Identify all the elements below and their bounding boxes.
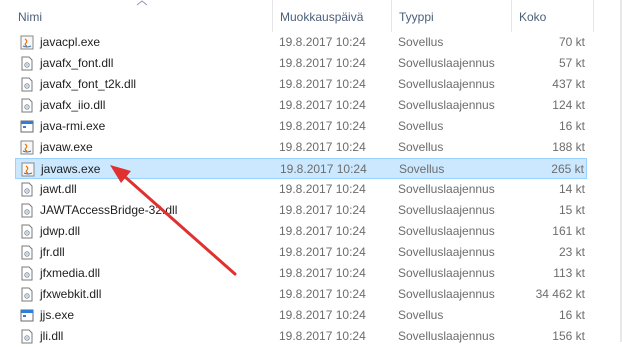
sort-ascending-icon[interactable] bbox=[135, 0, 149, 8]
file-size: 16 kt bbox=[558, 119, 585, 133]
column-header: Nimi Muokkauspäivä Tyyppi Koko bbox=[0, 0, 622, 32]
column-header-name[interactable]: Nimi bbox=[18, 0, 42, 32]
file-type: Sovelluslaajennus bbox=[398, 98, 495, 112]
file-row[interactable]: jdwp.dll 19.8.2017 10:24 Sovelluslaajennus… bbox=[15, 221, 587, 242]
file-date: 19.8.2017 10:24 bbox=[279, 98, 366, 112]
file-row[interactable]: JAWTAccessBridge-32.dll 19.8.2017 10:24 So… bbox=[15, 200, 587, 221]
file-row[interactable]: javaws.exe 19.8.2017 10:24 Sovellus 265 kt bbox=[15, 158, 587, 179]
dll-icon bbox=[20, 245, 34, 260]
file-size: 57 kt bbox=[558, 56, 585, 70]
file-name: jjs.exe bbox=[40, 308, 75, 322]
dll-icon bbox=[20, 98, 34, 113]
file-date: 19.8.2017 10:24 bbox=[279, 329, 366, 343]
file-size: 23 kt bbox=[558, 245, 585, 259]
file-row[interactable]: javacpl.exe 19.8.2017 10:24 Sovellus 70 kt bbox=[15, 32, 587, 53]
column-divider[interactable] bbox=[272, 0, 273, 32]
file-date: 19.8.2017 10:24 bbox=[280, 162, 367, 176]
file-name: javafx_font_t2k.dll bbox=[40, 77, 137, 91]
file-name: javaw.exe bbox=[40, 140, 93, 154]
file-type: Sovellus bbox=[398, 35, 444, 49]
column-divider[interactable] bbox=[511, 0, 512, 32]
file-name: javaws.exe bbox=[41, 162, 101, 176]
file-name: jfr.dll bbox=[40, 245, 65, 259]
column-divider[interactable] bbox=[593, 0, 594, 32]
file-row[interactable]: javafx_iio.dll 19.8.2017 10:24 Sovelluslaa… bbox=[15, 95, 587, 116]
column-divider[interactable] bbox=[391, 0, 392, 32]
file-date: 19.8.2017 10:24 bbox=[279, 245, 366, 259]
dll-icon bbox=[20, 203, 34, 218]
file-size: 265 kt bbox=[551, 162, 584, 176]
file-date: 19.8.2017 10:24 bbox=[279, 119, 366, 133]
file-row[interactable]: javafx_font_t2k.dll 19.8.2017 10:24 Sovell… bbox=[15, 74, 587, 95]
file-date: 19.8.2017 10:24 bbox=[279, 140, 366, 154]
dll-icon bbox=[20, 182, 34, 197]
file-row[interactable]: javaw.exe 19.8.2017 10:24 Sovellus 188 kt bbox=[15, 137, 587, 158]
file-row[interactable]: jawt.dll 19.8.2017 10:24 Sovelluslaajennus… bbox=[15, 179, 587, 200]
file-type: Sovellus bbox=[399, 162, 445, 176]
file-size: 14 kt bbox=[558, 182, 585, 196]
file-size: 437 kt bbox=[552, 77, 585, 91]
file-type: Sovelluslaajennus bbox=[398, 224, 495, 238]
file-date: 19.8.2017 10:24 bbox=[279, 35, 366, 49]
file-row[interactable]: java-rmi.exe 19.8.2017 10:24 Sovellus 16 kt bbox=[15, 116, 587, 137]
file-type: Sovellus bbox=[398, 119, 444, 133]
file-type: Sovellus bbox=[398, 140, 444, 154]
file-row[interactable]: javafx_font.dll 19.8.2017 10:24 Sovellusla… bbox=[15, 53, 587, 74]
file-type: Sovelluslaajennus bbox=[398, 329, 495, 343]
java-app-icon bbox=[20, 140, 34, 155]
file-size: 113 kt bbox=[553, 266, 585, 280]
file-name: java-rmi.exe bbox=[40, 119, 106, 133]
file-size: 16 kt bbox=[558, 308, 585, 322]
file-name: jdwp.dll bbox=[40, 224, 81, 238]
dll-icon bbox=[20, 77, 34, 92]
column-header-date[interactable]: Muokkauspäivä bbox=[280, 0, 363, 32]
exe-window-icon bbox=[20, 308, 34, 323]
java-app-icon bbox=[20, 35, 34, 50]
file-date: 19.8.2017 10:24 bbox=[279, 266, 366, 280]
file-date: 19.8.2017 10:24 bbox=[279, 77, 366, 91]
file-name: jfxmedia.dll bbox=[40, 266, 101, 280]
file-name: javafx_font.dll bbox=[40, 56, 114, 70]
file-name: jfxwebkit.dll bbox=[40, 287, 102, 301]
java-app-icon bbox=[21, 162, 35, 177]
file-type: Sovelluslaajennus bbox=[398, 77, 495, 91]
exe-window-icon bbox=[20, 119, 34, 134]
file-size: 161 kt bbox=[552, 224, 585, 238]
file-date: 19.8.2017 10:24 bbox=[279, 224, 366, 238]
file-type: Sovelluslaajennus bbox=[398, 287, 495, 301]
file-size: 15 kt bbox=[558, 203, 585, 217]
file-date: 19.8.2017 10:24 bbox=[279, 308, 366, 322]
file-type: Sovelluslaajennus bbox=[398, 182, 495, 196]
dll-icon bbox=[20, 287, 34, 302]
file-row[interactable]: jfxwebkit.dll 19.8.2017 10:24 Sovelluslaaj… bbox=[15, 284, 587, 305]
file-size: 34 462 kt bbox=[535, 287, 585, 301]
file-row[interactable]: jjs.exe 19.8.2017 10:24 Sovellus 16 kt bbox=[15, 305, 587, 326]
file-name: javacpl.exe bbox=[40, 35, 101, 49]
dll-icon bbox=[20, 266, 34, 281]
file-name: jawt.dll bbox=[40, 182, 77, 196]
file-type: Sovelluslaajennus bbox=[398, 203, 495, 217]
file-size: 188 kt bbox=[552, 140, 585, 154]
file-row[interactable]: jfxmedia.dll 19.8.2017 10:24 Sovelluslaaje… bbox=[15, 263, 587, 284]
file-name: javafx_iio.dll bbox=[40, 98, 106, 112]
file-type: Sovelluslaajennus bbox=[398, 245, 495, 259]
dll-icon bbox=[20, 56, 34, 71]
file-date: 19.8.2017 10:24 bbox=[279, 287, 366, 301]
file-row[interactable]: jfr.dll 19.8.2017 10:24 Sovelluslaajennus 2… bbox=[15, 242, 587, 263]
file-size: 124 kt bbox=[552, 98, 585, 112]
file-row[interactable]: jli.dll 19.8.2017 10:24 Sovelluslaajennus 1… bbox=[15, 326, 587, 347]
file-date: 19.8.2017 10:24 bbox=[279, 203, 366, 217]
file-date: 19.8.2017 10:24 bbox=[279, 56, 366, 70]
file-date: 19.8.2017 10:24 bbox=[279, 182, 366, 196]
file-size: 70 kt bbox=[558, 35, 585, 49]
file-type: Sovellus bbox=[398, 308, 444, 322]
column-header-type[interactable]: Tyyppi bbox=[399, 0, 434, 32]
file-name: jli.dll bbox=[40, 329, 64, 343]
file-name: JAWTAccessBridge-32.dll bbox=[40, 203, 178, 217]
file-type: Sovelluslaajennus bbox=[398, 266, 495, 280]
dll-icon bbox=[20, 224, 34, 239]
file-type: Sovelluslaajennus bbox=[398, 56, 495, 70]
file-size: 156 kt bbox=[552, 329, 585, 343]
column-header-size[interactable]: Koko bbox=[519, 0, 546, 32]
